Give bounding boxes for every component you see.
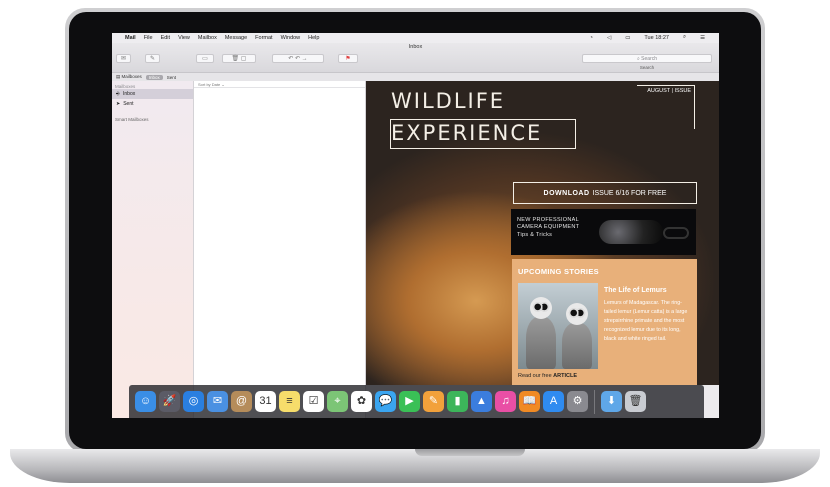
lemur-face-left: [530, 297, 552, 319]
laptop-notch: [415, 449, 525, 456]
menu-window[interactable]: Window: [281, 35, 301, 41]
paper-plane-icon: ➤: [116, 101, 121, 107]
smart-mailboxes-header[interactable]: Smart Mailboxes: [112, 109, 193, 122]
menu-message[interactable]: Message: [225, 35, 247, 41]
trash-icon: 🗑 ▢: [231, 56, 247, 62]
system-preferences-icon[interactable]: ⚙: [567, 391, 588, 412]
search-field[interactable]: ⌕ Search: [582, 54, 712, 63]
laptop-base: [10, 449, 820, 483]
lemur-face-right: [566, 303, 588, 325]
favorite-sent[interactable]: Sent: [167, 75, 176, 80]
message-list[interactable]: Sort by Date ⌄: [194, 81, 366, 418]
story-body: Lemurs of Madagascar. The ring-tailed le…: [604, 300, 688, 342]
reminders-icon[interactable]: ☑: [303, 391, 324, 412]
launchpad-icon[interactable]: 🚀: [159, 391, 180, 412]
archive-button[interactable]: ▭: [196, 54, 214, 63]
maps-icon[interactable]: ⌖: [327, 391, 348, 412]
read-article-link[interactable]: Read our free ARTICLE: [518, 373, 577, 379]
menu-format[interactable]: Format: [255, 35, 272, 41]
volume-icon[interactable]: ◁: [607, 35, 611, 41]
wifi-icon[interactable]: ◔: [590, 35, 593, 41]
menu-help[interactable]: Help: [308, 35, 319, 41]
sidebar-item-label: Inbox: [123, 91, 136, 97]
reply-icon: ↶ ↶ →: [288, 56, 308, 62]
inbox-icon: ⎆: [116, 91, 121, 97]
sidebar-item-sent[interactable]: ➤ Sent: [112, 99, 193, 109]
issue-label: AUGUST | ISSUE: [637, 85, 695, 129]
mailbox-sidebar: Mailboxes ⎆ Inbox ➤ Sent Smart Mailboxes: [112, 81, 194, 418]
camera-banner-text: NEW PROFESSIONAL CAMERA EQUIPMENT Tips &…: [517, 217, 580, 238]
sidebar-item-label: Sent: [123, 101, 134, 107]
menu-view[interactable]: View: [178, 35, 190, 41]
mail-icon[interactable]: ✉: [207, 391, 228, 412]
mailboxes-toggle[interactable]: ▤ Mailboxes: [116, 74, 142, 80]
ibooks-icon[interactable]: 📖: [519, 391, 540, 412]
menu-app-mail[interactable]: Mail: [125, 35, 136, 41]
spotlight-icon[interactable]: ⌕: [683, 34, 686, 41]
sidebar-header[interactable]: Mailboxes: [112, 81, 193, 89]
clock[interactable]: Tue 18:27: [644, 35, 669, 41]
glasses-image: [663, 227, 689, 239]
lemurs-photo: [518, 283, 598, 369]
reply-forward-button[interactable]: ↶ ↶ →: [272, 54, 324, 63]
lemur-body-right: [562, 323, 592, 369]
contacts-icon[interactable]: @: [231, 391, 252, 412]
menu-mailbox[interactable]: Mailbox: [198, 35, 217, 41]
message-content[interactable]: WILDLIFE EXPERIENCE AUGUST | ISSUE DOWNL…: [366, 81, 719, 385]
menu-file[interactable]: File: [144, 35, 153, 41]
camera-lens-image: [599, 220, 663, 244]
window-title: Inbox: [408, 44, 423, 50]
upcoming-stories-panel: UPCOMING STORIES The Life of Lemurs Lemu…: [512, 259, 697, 385]
menu-bar: Mail File Edit View Mailbox Message Form…: [112, 33, 719, 43]
numbers-icon[interactable]: ▮: [447, 391, 468, 412]
photos-icon[interactable]: ✿: [351, 391, 372, 412]
pages-icon[interactable]: ✎: [423, 391, 444, 412]
facetime-icon[interactable]: ▶: [399, 391, 420, 412]
battery-icon[interactable]: ▭: [625, 35, 630, 41]
archive-icon: ▭: [202, 56, 208, 62]
lemur-body-left: [526, 317, 556, 369]
calendar-icon[interactable]: 31: [255, 391, 276, 412]
upcoming-stories-heading: UPCOMING STORIES: [518, 267, 599, 276]
search-placeholder: Search: [641, 55, 658, 62]
app-store-icon[interactable]: A: [543, 391, 564, 412]
compose-button[interactable]: ✎: [145, 54, 160, 63]
dock: ☺ 🚀 ◎ ✉ @31 ≡ ☑ ⌖ ✿ 💬 ▶ ✎ ▮ ▲ ♫ 📖 A ⚙ ⬇ 🗑: [129, 385, 704, 418]
delete-junk-button[interactable]: 🗑 ▢: [222, 54, 256, 63]
messages-icon[interactable]: 💬: [375, 391, 396, 412]
safari-icon[interactable]: ◎: [183, 391, 204, 412]
menu-edit[interactable]: Edit: [161, 35, 170, 41]
keynote-icon[interactable]: ▲: [471, 391, 492, 412]
downloads-folder-icon[interactable]: ⬇: [601, 391, 622, 412]
favorites-bar: ▤ Mailboxes Inbox Sent: [112, 73, 719, 81]
finder-icon[interactable]: ☺: [135, 391, 156, 412]
itunes-icon[interactable]: ♫: [495, 391, 516, 412]
envelope-icon: ✉: [120, 56, 127, 62]
sidebar-item-inbox[interactable]: ⎆ Inbox: [112, 89, 193, 99]
trash-icon[interactable]: 🗑: [625, 391, 646, 412]
flag-button[interactable]: ⚑: [338, 54, 358, 63]
story-title[interactable]: The Life of Lemurs: [604, 287, 667, 294]
camera-equipment-banner[interactable]: NEW PROFESSIONAL CAMERA EQUIPMENT Tips &…: [511, 209, 696, 255]
notification-center-icon[interactable]: ☰: [700, 35, 705, 41]
get-mail-button[interactable]: ✉: [116, 54, 131, 63]
screen: Mail File Edit View Mailbox Message Form…: [112, 33, 719, 418]
notes-icon[interactable]: ≡: [279, 391, 300, 412]
mail-toolbar: Inbox ✉ ✎ ▭ 🗑 ▢ ↶ ↶ → ⚑ ⌕ Search Search: [112, 43, 719, 73]
magazine-title: WILDLIFE EXPERIENCE: [391, 89, 543, 145]
flag-icon: ⚑: [345, 56, 351, 62]
download-issue-button[interactable]: DOWNLOAD ISSUE 6/16 FOR FREE: [513, 182, 697, 204]
compose-icon: ✎: [149, 56, 156, 62]
sort-by-date-control[interactable]: Sort by Date ⌄: [194, 81, 365, 88]
search-caption: Search: [639, 65, 655, 70]
dock-separator: [594, 389, 595, 414]
favorite-inbox[interactable]: Inbox: [145, 74, 163, 80]
